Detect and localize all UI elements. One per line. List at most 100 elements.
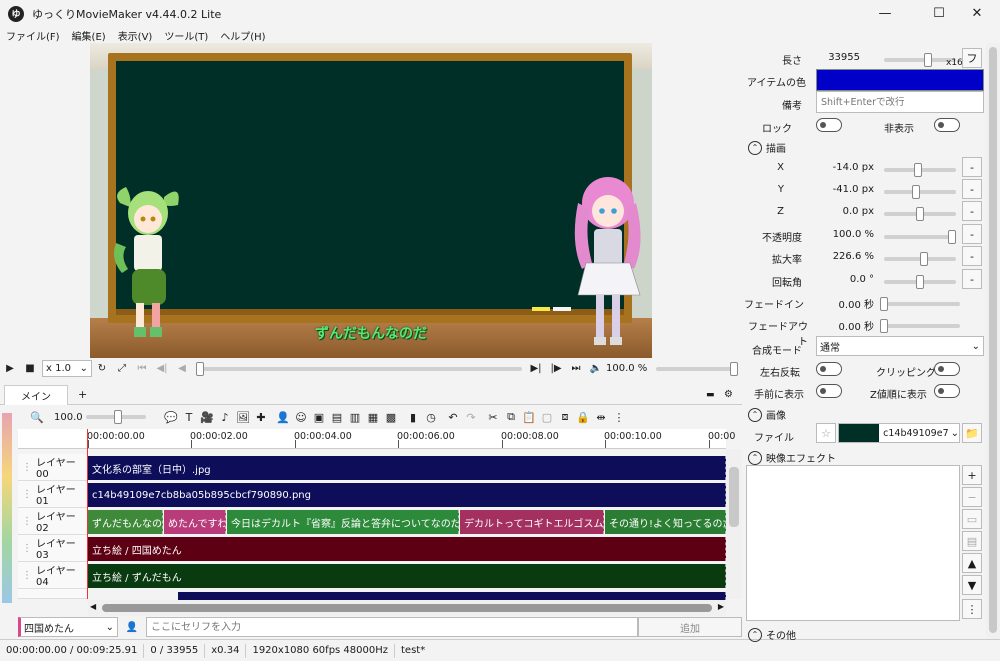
group-icon[interactable]: ▥ xyxy=(346,408,364,426)
effects-section-header[interactable]: ⌃ 映像エフェクト xyxy=(748,450,836,465)
rotate-thumb[interactable] xyxy=(916,275,924,289)
move-down-icon[interactable]: ▼ xyxy=(962,575,982,595)
effects-list[interactable] xyxy=(746,465,960,621)
seek-thumb[interactable] xyxy=(196,361,204,376)
y-thumb[interactable] xyxy=(912,185,920,199)
length-thumb[interactable] xyxy=(924,53,932,67)
timeline-clip[interactable] xyxy=(178,592,726,600)
folder-icon[interactable]: 📁 xyxy=(962,423,982,443)
layer-header[interactable] xyxy=(18,589,87,599)
close-button[interactable]: ✕ xyxy=(954,0,1000,27)
x-reset-button[interactable]: - xyxy=(962,157,982,177)
step-back-icon[interactable]: ◀| xyxy=(152,359,172,378)
transition-icon[interactable]: ▤ xyxy=(328,408,346,426)
timeline-vertical-scrollbar[interactable] xyxy=(726,449,742,599)
undo-icon[interactable]: ↶ xyxy=(444,408,462,426)
gallery-icon[interactable]: ▦ xyxy=(364,408,382,426)
hide-toggle[interactable] xyxy=(934,118,960,132)
z-thumb[interactable] xyxy=(916,207,924,221)
stop-icon[interactable]: ■ xyxy=(20,359,40,378)
more-icon[interactable]: ⋮ xyxy=(962,599,982,619)
scale-value[interactable]: 226.6 % xyxy=(814,251,874,262)
collapse-icon[interactable]: ⌃ xyxy=(748,140,762,155)
x-slider[interactable] xyxy=(884,163,956,177)
step-forward-icon[interactable]: |▶ xyxy=(546,359,566,378)
collapse-icon[interactable]: ⌃ xyxy=(748,407,762,422)
lock-icon[interactable]: 🔒 xyxy=(574,408,592,426)
effect-icon[interactable]: ▣ xyxy=(310,408,328,426)
y-slider[interactable] xyxy=(884,185,956,199)
zoom-thumb[interactable] xyxy=(114,410,122,424)
opacity-thumb[interactable] xyxy=(948,230,956,244)
save-icon[interactable]: ▮ xyxy=(404,408,422,426)
rotate-slider[interactable] xyxy=(884,275,956,289)
layer-header[interactable]: ⋮ レイヤー 00 xyxy=(18,454,87,481)
add-tab-button[interactable]: + xyxy=(78,388,87,401)
menu-file[interactable]: ファイル(F) xyxy=(0,28,66,43)
layer-header[interactable]: ⋮ レイヤー 02 xyxy=(18,508,87,535)
z-reset-button[interactable]: - xyxy=(962,201,982,221)
x-value[interactable]: -14.0 px xyxy=(814,162,874,173)
paste-special-icon[interactable]: ▢ xyxy=(538,408,556,426)
layer-header[interactable]: ⋮ レイヤー 03 xyxy=(18,535,87,562)
play-icon[interactable]: ▶ xyxy=(0,359,20,378)
zorder-toggle[interactable] xyxy=(934,384,960,398)
copy-icon[interactable]: ⧉ xyxy=(502,408,520,426)
image-section-header[interactable]: ⌃ 画像 xyxy=(748,407,786,422)
paste-icon[interactable]: 📋 xyxy=(520,408,538,426)
item-color-swatch[interactable] xyxy=(816,69,984,91)
layer-header[interactable]: ⋮ レイヤー 01 xyxy=(18,481,87,508)
drag-handle-icon[interactable]: ⋮ xyxy=(22,543,32,554)
redo-icon[interactable]: ↷ xyxy=(462,408,480,426)
remove-effect-icon[interactable]: − xyxy=(962,487,982,507)
playhead[interactable] xyxy=(87,429,88,599)
rotate-reset-button[interactable]: - xyxy=(962,269,982,289)
timeline-horizontal-scrollbar[interactable]: ◀ ▶ xyxy=(88,600,726,616)
timeline-clip[interactable]: c14b49109e7cb8ba05b895cbcf790890.png xyxy=(88,483,726,507)
drag-handle-icon[interactable]: ⋮ xyxy=(22,462,32,473)
property-scrollbar[interactable] xyxy=(986,43,1000,639)
dialogue-input[interactable] xyxy=(146,617,638,637)
person-icon[interactable]: 👤 xyxy=(274,408,292,426)
minimize-panel-icon[interactable]: ▬ xyxy=(706,390,715,400)
link-icon[interactable]: ⤢ xyxy=(112,359,132,378)
lock-toggle[interactable] xyxy=(816,118,842,132)
clipping-toggle[interactable] xyxy=(934,362,960,376)
menu-edit[interactable]: 編集(E) xyxy=(66,28,112,43)
fadein-slider[interactable] xyxy=(880,297,960,311)
timeline-clip[interactable]: めたんですわ xyxy=(164,510,226,534)
split-icon[interactable]: ⇹ xyxy=(592,408,610,426)
timeline-clip[interactable]: ずんだもんなのだ xyxy=(88,510,163,534)
layer-header[interactable]: ⋮ レイヤー 04 xyxy=(18,562,87,589)
draw-section-header[interactable]: ⌃ 描画 xyxy=(748,140,786,155)
timeline-clip[interactable]: 今日はデカルト『省察』反論と答弁についてなのだ xyxy=(227,510,459,534)
load-effect-icon[interactable]: ▤ xyxy=(962,531,982,551)
move-up-icon[interactable]: ▲ xyxy=(962,553,982,573)
video-preview[interactable]: ずんだもんなのだ xyxy=(90,43,652,358)
file-select[interactable]: c14b49109e7 ⌄ xyxy=(838,423,960,443)
other-section-header[interactable]: ⌃ その他 xyxy=(748,627,796,642)
opacity-value[interactable]: 100.0 % xyxy=(814,229,874,240)
timeline-clip[interactable]: 立ち絵 / ずんだもん xyxy=(88,564,726,588)
menu-help[interactable]: ヘルプ(H) xyxy=(214,28,271,43)
drag-handle-icon[interactable]: ⋮ xyxy=(22,516,32,527)
scale-slider[interactable] xyxy=(884,252,956,266)
fadeout-thumb[interactable] xyxy=(880,319,888,333)
collapse-icon[interactable]: ⌃ xyxy=(748,627,762,642)
save-effect-icon[interactable]: ▭ xyxy=(962,509,982,529)
face-icon[interactable]: ☺ xyxy=(292,408,310,426)
volume-thumb[interactable] xyxy=(730,361,738,376)
opacity-slider[interactable] xyxy=(884,230,956,244)
scale-reset-button[interactable]: - xyxy=(962,246,982,266)
skip-start-icon[interactable]: ⏮ xyxy=(132,359,152,378)
blend-select[interactable]: 通常 ⌄ xyxy=(816,336,984,356)
timeline-clip[interactable]: 文化系の部室（日中）.jpg xyxy=(88,456,726,480)
comment-icon[interactable]: 💬 xyxy=(162,408,180,426)
drag-handle-icon[interactable]: ⋮ xyxy=(22,489,32,500)
scale-thumb[interactable] xyxy=(920,252,928,266)
video-icon[interactable]: 🎥 xyxy=(198,408,216,426)
menu-tools[interactable]: ツール(T) xyxy=(158,28,214,43)
timeline-ruler[interactable]: 00:00:00.00 00:00:02.00 00:00:04.00 00:0… xyxy=(18,429,735,449)
add-button[interactable]: 追加 xyxy=(638,617,742,637)
text-icon[interactable]: T xyxy=(180,408,198,426)
